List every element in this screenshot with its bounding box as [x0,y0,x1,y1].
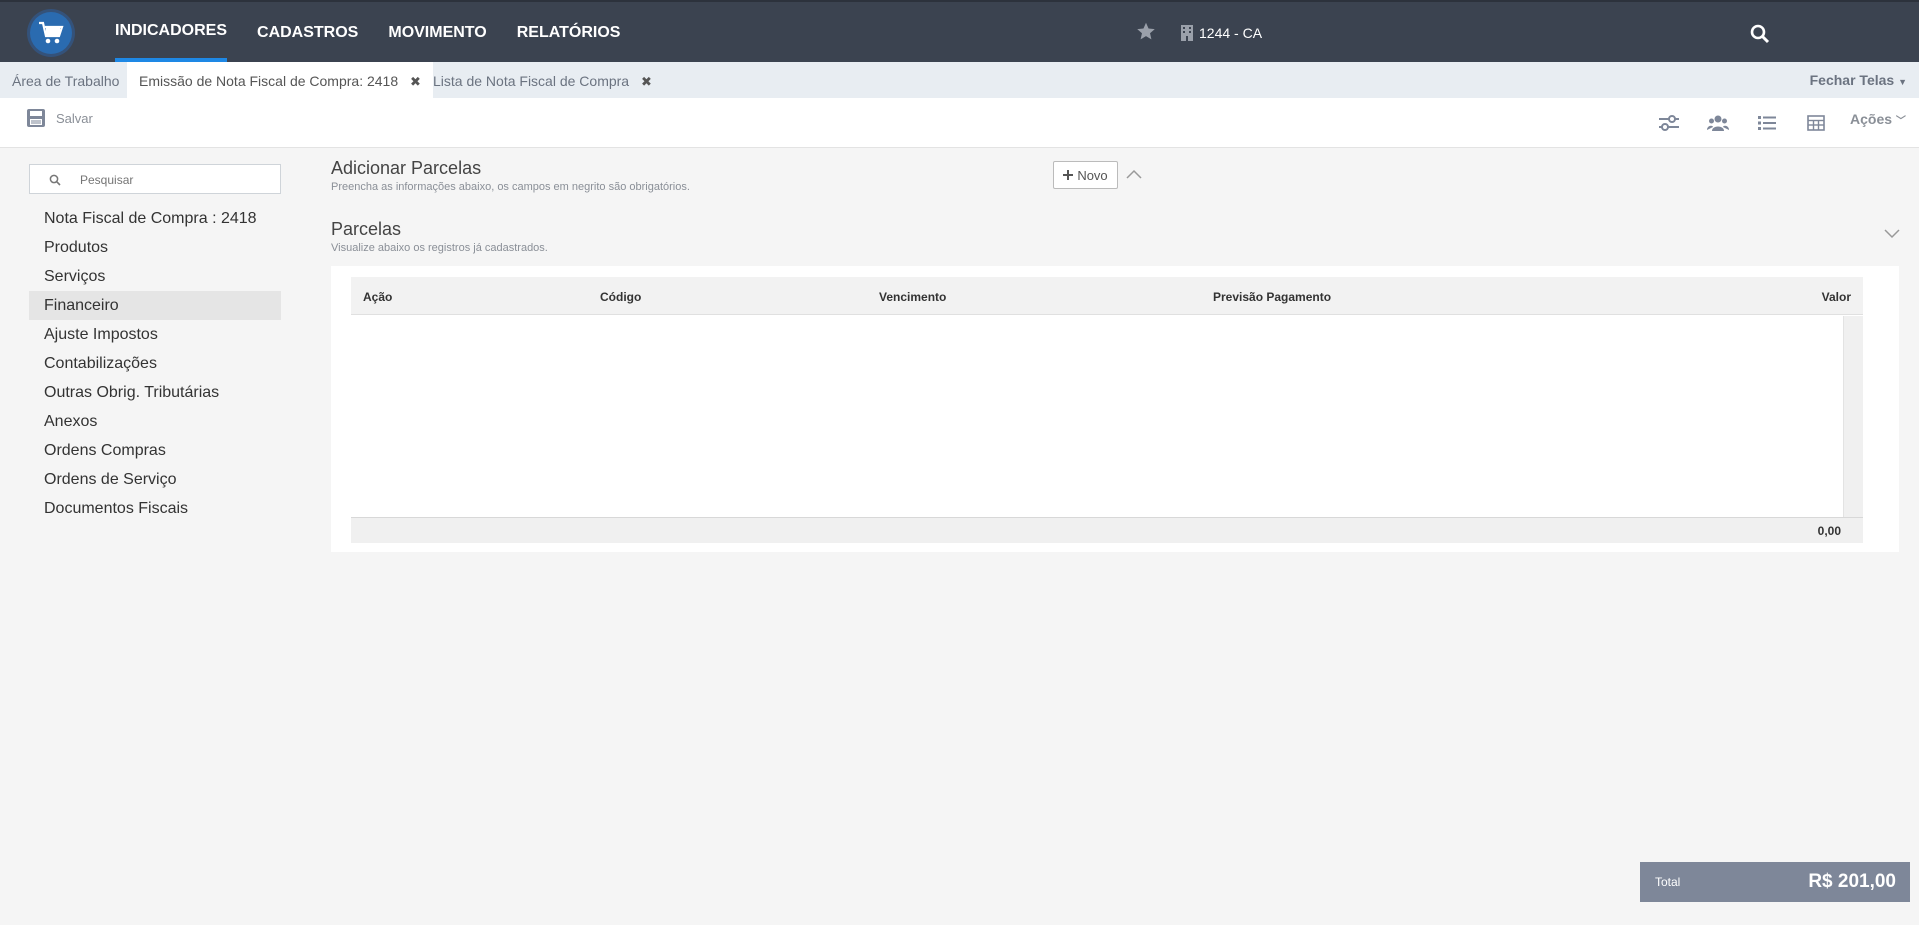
list-section-subtitle: Visualize abaixo os registros já cadastr… [331,242,548,254]
close-all-label: Fechar Telas [1809,72,1895,88]
tab-label: Emissão de Nota Fiscal de Compra: 2418 [139,73,399,89]
floppy-disk-icon [27,109,45,127]
grid-scrollbar[interactable] [1843,316,1863,517]
nav-cadastros[interactable]: CADASTROS [242,2,373,62]
nav-indicadores[interactable]: INDICADORES [100,2,242,62]
main-nav: INDICADORES CADASTROS MOVIMENTO RELATÓRI… [100,2,635,62]
tab-label: Área de Trabalho [12,73,120,89]
window-tabs: Área de Trabalho Emissão de Nota Fiscal … [0,62,1919,98]
users-icon[interactable] [1705,110,1731,136]
sidebar-item-nota-fiscal[interactable]: Nota Fiscal de Compra : 2418 [29,204,281,233]
sidebar-item-contabilizacoes[interactable]: Contabilizações [29,349,281,378]
grid-footer-total: 0,00 [1817,524,1841,538]
total-value: R$ 201,00 [1808,871,1896,892]
column-previsao-pagamento[interactable]: Previsão Pagamento [1213,277,1331,315]
star-icon[interactable] [1135,21,1157,47]
sidebar-item-ajuste-impostos[interactable]: Ajuste Impostos [29,320,281,349]
sidebar-item-financeiro[interactable]: Financeiro [29,291,281,320]
column-vencimento[interactable]: Vencimento [879,277,946,315]
sidebar-item-documentos-fiscais[interactable]: Documentos Fiscais [29,494,281,523]
total-label: Total [1655,875,1681,889]
list-icon[interactable] [1754,110,1780,136]
list-section-title: Parcelas [331,219,402,239]
actions-dropdown[interactable]: Ações ﹀ [1850,111,1906,127]
sidebar-search-input[interactable] [80,170,270,190]
tab-lista-nota[interactable]: Lista de Nota Fiscal de Compra ✖ [421,62,664,98]
chevron-down-icon: ﹀ [1895,116,1906,127]
toolbar: Salvar Ações ﹀ [0,98,1919,148]
save-button[interactable]: Salvar [26,108,93,128]
actions-label: Ações [1850,111,1893,127]
sidebar-menu: Nota Fiscal de Compra : 2418 Produtos Se… [29,204,281,523]
grid-footer: 0,00 [351,517,1863,543]
sidebar-search[interactable] [29,164,281,194]
sidebar-item-ordens-servico[interactable]: Ordens de Serviço [29,465,281,494]
tab-emissao-nota[interactable]: Emissão de Nota Fiscal de Compra: 2418 ✖ [127,62,433,98]
nav-movimento[interactable]: MOVIMENTO [373,2,501,62]
new-button[interactable]: Novo [1053,161,1118,189]
total-summary: Total R$ 201,00 [1640,862,1910,902]
sliders-icon[interactable] [1656,110,1682,136]
close-all-tabs-button[interactable]: Fechar Telas ▼ [1810,72,1907,88]
add-section-title: Adicionar Parcelas [331,158,482,178]
new-button-label: Novo [1077,167,1108,183]
save-label: Salvar [56,110,93,126]
column-acao[interactable]: Ação [363,277,392,315]
installments-grid: Ação Código Vencimento Previsão Pagament… [331,266,1899,552]
tab-label: Lista de Nota Fiscal de Compra [433,73,630,89]
company-label: 1244 - CA [1199,24,1263,41]
grid-body [351,316,1843,517]
grid-header: Ação Código Vencimento Previsão Pagament… [351,277,1863,315]
close-icon[interactable]: ✖ [410,63,421,101]
sidebar-item-anexos[interactable]: Anexos [29,407,281,436]
sidebar-item-outras-obrig[interactable]: Outras Obrig. Tributárias [29,378,281,407]
plus-icon [1063,170,1074,180]
shopping-cart-logo-icon[interactable] [30,12,72,54]
table-icon[interactable] [1803,110,1829,136]
close-icon[interactable]: ✖ [641,63,652,101]
sidebar-item-produtos[interactable]: Produtos [29,233,281,262]
nav-relatorios[interactable]: RELATÓRIOS [502,2,636,62]
chevron-up-icon[interactable] [1126,166,1142,184]
search-icon [49,174,61,186]
sidebar-item-servicos[interactable]: Serviços [29,262,281,291]
company-selector[interactable]: 1244 - CA [1180,24,1262,41]
search-icon[interactable] [1750,24,1770,49]
tab-area-trabalho[interactable]: Área de Trabalho [0,62,131,98]
chevron-down-icon[interactable] [1884,226,1900,244]
column-valor[interactable]: Valor [1822,277,1851,315]
sidebar-item-ordens-compras[interactable]: Ordens Compras [29,436,281,465]
caret-down-icon: ▼ [1898,77,1907,87]
column-codigo[interactable]: Código [600,277,641,315]
building-icon [1181,25,1193,41]
add-section-subtitle: Preencha as informações abaixo, os campo… [331,181,690,193]
top-navbar: INDICADORES CADASTROS MOVIMENTO RELATÓRI… [0,0,1919,62]
